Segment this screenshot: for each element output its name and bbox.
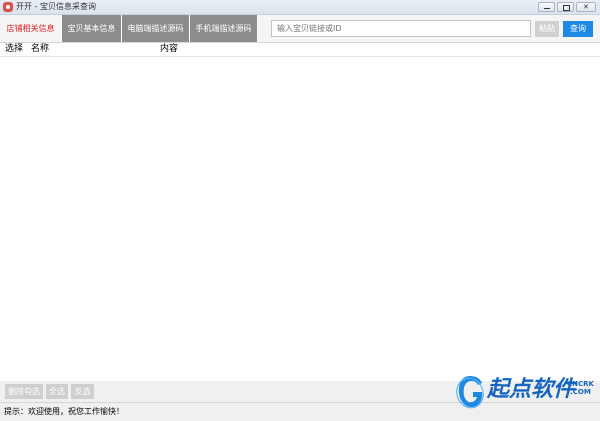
- tab-pc-description-source[interactable]: 电脑端描述源码: [122, 15, 190, 42]
- minimize-button[interactable]: [538, 2, 555, 12]
- app-icon: [3, 2, 13, 12]
- query-button[interactable]: 查询: [563, 21, 593, 37]
- maximize-button[interactable]: [557, 2, 574, 12]
- close-icon: ✕: [583, 3, 589, 11]
- watermark-logo: 起点软件 CNCRK .COM: [455, 371, 600, 415]
- column-header-select[interactable]: 选择: [5, 43, 23, 56]
- results-list[interactable]: 选择 名称 内容: [0, 43, 600, 381]
- brand-sub-bottom: .COM: [570, 388, 591, 396]
- column-header-content[interactable]: 内容: [160, 43, 178, 56]
- paste-button[interactable]: 粘贴: [535, 21, 559, 37]
- list-header: 选择 名称 内容: [0, 43, 600, 57]
- brand-text: 起点软件: [487, 377, 576, 402]
- item-link-input[interactable]: [271, 20, 531, 37]
- brand-sub-top: CNCRK: [567, 380, 594, 388]
- delete-checked-button[interactable]: 删除勾选: [5, 384, 43, 399]
- minimize-icon: [544, 8, 550, 9]
- window-title: 开开 - 宝贝信息采查询: [16, 2, 96, 11]
- tab-shop-info[interactable]: 店铺相关信息: [0, 15, 62, 42]
- column-header-name[interactable]: 名称: [31, 43, 49, 56]
- select-all-button[interactable]: 全选: [46, 384, 68, 399]
- tab-mobile-description-source[interactable]: 手机端描述源码: [190, 15, 258, 42]
- tab-item-basic-info[interactable]: 宝贝基本信息: [62, 15, 122, 42]
- invert-selection-button[interactable]: 反选: [71, 384, 94, 399]
- maximize-icon: [563, 5, 570, 11]
- title-bar: 开开 - 宝贝信息采查询 ✕: [0, 0, 600, 15]
- close-button[interactable]: ✕: [576, 2, 596, 12]
- brand-sub: CNCRK .COM: [567, 380, 594, 396]
- brand-logo-icon: [456, 376, 484, 409]
